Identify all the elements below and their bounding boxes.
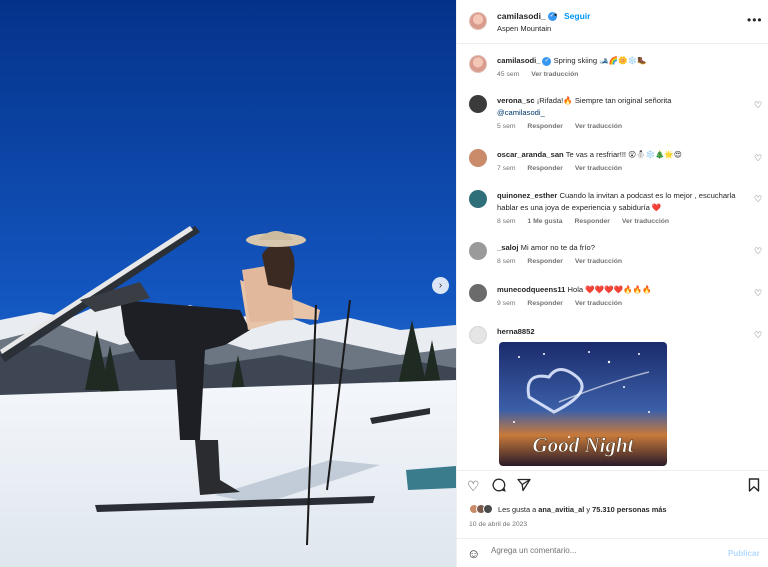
location-link[interactable]: Aspen Mountain xyxy=(497,24,551,33)
emoji-icon[interactable]: ☺ xyxy=(467,546,480,561)
comment-username[interactable]: verona_sc xyxy=(497,96,535,105)
comment-time[interactable]: 8 sem xyxy=(497,258,516,265)
post-header: camilasodi_ ✓ • Seguir Aspen Mountain ••• xyxy=(457,0,768,44)
post-actions: ♡ Les gusta a ana_avitia_al y 75.310 per… xyxy=(457,470,768,537)
avatar[interactable] xyxy=(469,284,487,302)
comments-list: camilasodi_ ✓ Spring skiing 🎿🌈🌼❄️🥾 45 sem… xyxy=(457,45,768,468)
comment-time[interactable]: 8 sem xyxy=(497,218,516,225)
comment-username[interactable]: oscar_aranda_san xyxy=(497,150,564,159)
comment-time[interactable]: 5 sem xyxy=(497,123,516,130)
bookmark-icon[interactable] xyxy=(748,478,760,495)
publish-button[interactable]: Publicar xyxy=(728,549,760,558)
chevron-right-icon: › xyxy=(438,280,443,291)
verified-badge-icon: ✓ xyxy=(542,56,552,66)
heart-icon[interactable]: ♡ xyxy=(754,194,762,205)
translate-button[interactable]: Ver traducción xyxy=(575,165,622,172)
heart-icon[interactable]: ♡ xyxy=(754,100,762,111)
avatar[interactable] xyxy=(469,242,487,260)
comment-text: Te vas a resfriar!!! 😮⛄❄️🎄🌟😍 xyxy=(565,150,682,159)
avatar xyxy=(483,504,493,514)
translate-button[interactable]: Ver traducción xyxy=(575,300,622,307)
heart-icon[interactable]: ♡ xyxy=(754,153,762,164)
heart-icon[interactable]: ♡ xyxy=(754,288,762,299)
likes-count[interactable]: 75.310 personas más xyxy=(592,505,666,514)
avatar[interactable] xyxy=(469,326,487,344)
reply-button[interactable]: Responder xyxy=(574,218,610,225)
avatar[interactable] xyxy=(469,149,487,167)
reply-button[interactable]: Responder xyxy=(527,258,563,265)
caption-username[interactable]: camilasodi_ xyxy=(497,56,540,65)
good-night-gif: Good Night xyxy=(499,342,667,466)
caption-time[interactable]: 45 sem xyxy=(497,71,519,78)
heart-icon[interactable]: ♡ xyxy=(754,246,762,257)
avatar[interactable] xyxy=(469,12,487,30)
likes-user[interactable]: ana_avitia_al xyxy=(538,505,584,514)
reply-button[interactable]: Responder xyxy=(527,300,563,307)
gif-text: Good Night xyxy=(533,433,635,457)
comment-icon[interactable] xyxy=(492,478,506,495)
comment-username[interactable]: _saloj xyxy=(497,243,519,252)
next-photo-button[interactable]: › xyxy=(432,277,449,294)
comment-username[interactable]: munecodqueens11 xyxy=(497,285,565,294)
add-comment-bar: ☺ Publicar xyxy=(457,538,768,567)
post-panel: camilasodi_ ✓ • Seguir Aspen Mountain •••… xyxy=(456,0,768,567)
post-username[interactable]: camilasodi_ xyxy=(497,11,546,21)
comment-likes[interactable]: 1 Me gusta xyxy=(527,218,562,225)
gif-attachment[interactable]: Good Night xyxy=(499,342,667,466)
translate-button[interactable]: Ver traducción xyxy=(575,123,622,130)
post-photo: › xyxy=(0,0,456,567)
heart-icon[interactable]: ♡ xyxy=(754,330,762,341)
share-icon[interactable] xyxy=(517,478,531,495)
more-horizontal-icon[interactable]: ••• xyxy=(747,13,763,27)
translate-button[interactable]: Ver traducción xyxy=(531,71,578,78)
likes-summary[interactable]: Les gusta a ana_avitia_al y 75.310 perso… xyxy=(469,504,667,514)
ski-photo-illustration xyxy=(0,0,456,567)
caption-text: Spring skiing 🎿🌈🌼❄️🥾 xyxy=(553,56,647,65)
mention-link[interactable]: @camilasodi_ xyxy=(497,108,545,117)
translate-button[interactable]: Ver traducción xyxy=(622,218,669,225)
comment-text: Hola ❤️❤️❤️❤️🔥🔥🔥 xyxy=(567,285,652,294)
heart-icon[interactable]: ♡ xyxy=(467,478,480,495)
likes-middle: y xyxy=(586,504,591,514)
comment-username[interactable]: quinonez_esther xyxy=(497,191,557,200)
comment-text: ¡Rifada!🔥 Siempre tan original señorita xyxy=(536,96,672,105)
reply-button[interactable]: Responder xyxy=(527,165,563,172)
avatar[interactable] xyxy=(469,55,487,73)
comment-input[interactable] xyxy=(491,546,721,555)
avatar[interactable] xyxy=(469,190,487,208)
reply-button[interactable]: Responder xyxy=(527,123,563,130)
post-date[interactable]: 10 de abril de 2023 xyxy=(469,521,527,528)
follow-button[interactable]: Seguir xyxy=(564,11,590,21)
comment-time[interactable]: 9 sem xyxy=(497,300,516,307)
translate-button[interactable]: Ver traducción xyxy=(575,258,622,265)
comment-username[interactable]: herna8852 xyxy=(497,327,535,336)
comment-time[interactable]: 7 sem xyxy=(497,165,516,172)
avatar[interactable] xyxy=(469,95,487,113)
comment-text: Mi amor no te da frío? xyxy=(520,243,595,252)
likes-prefix: Les gusta a xyxy=(498,504,537,514)
separator-dot: • xyxy=(554,10,558,20)
